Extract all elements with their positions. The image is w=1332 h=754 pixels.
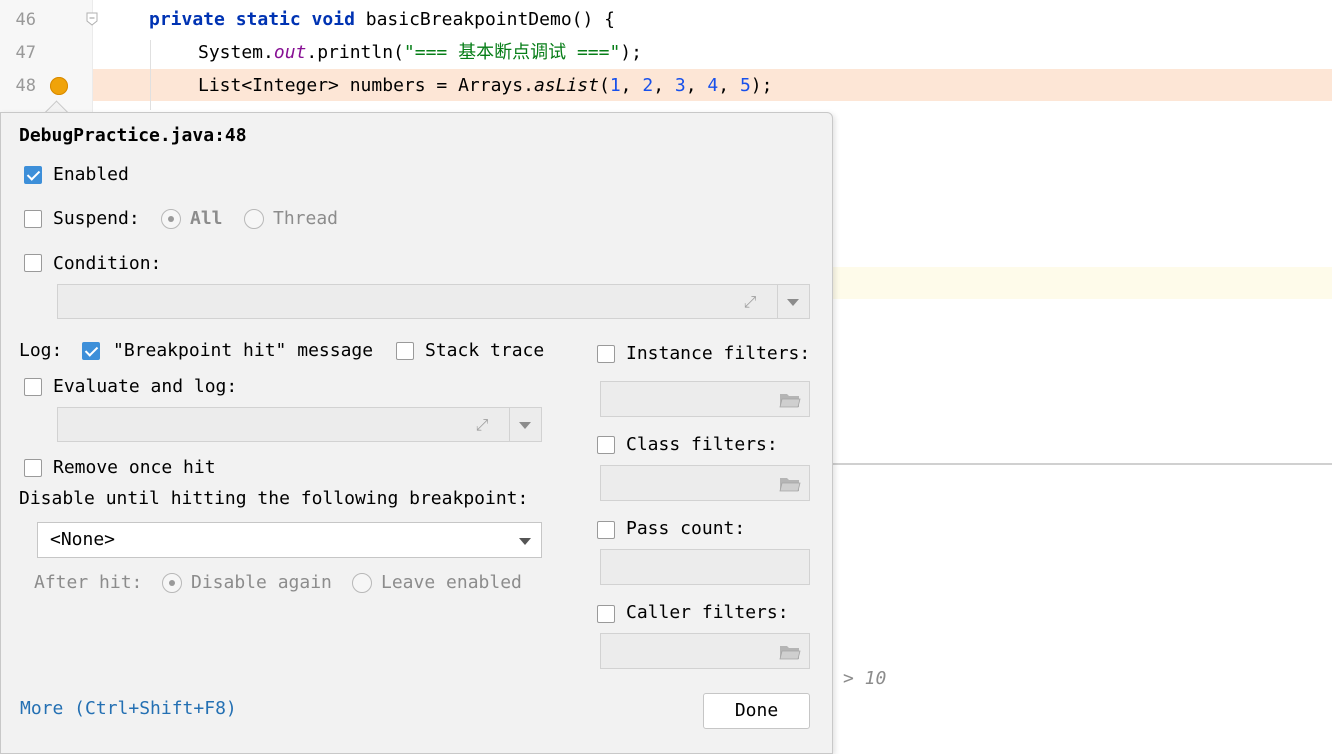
expand-icon[interactable]: ⤢ [740, 292, 760, 312]
after-hit-label: After hit: [34, 572, 143, 593]
inline-hint: > 10 [843, 668, 887, 689]
class-filters-checkbox[interactable] [597, 436, 615, 454]
stack-trace-label: Stack trace [425, 340, 545, 361]
evaluate-and-log-checkbox[interactable] [24, 378, 42, 396]
caller-filters-checkbox[interactable] [597, 605, 615, 623]
disable-until-select[interactable]: <None> [37, 522, 542, 558]
condition-history-dropdown[interactable] [777, 285, 809, 318]
indent-guide [150, 40, 151, 110]
leave-enabled-radio[interactable] [352, 573, 372, 593]
panel-divider[interactable] [832, 463, 1332, 465]
condition-input[interactable]: ⤢ [57, 284, 810, 319]
disable-again-radio[interactable] [162, 573, 182, 593]
condition-label: Condition: [53, 253, 162, 274]
more-link[interactable]: More (Ctrl+Shift+F8) [20, 698, 237, 719]
breakpoint-hit-label: "Breakpoint hit" message [113, 340, 374, 361]
instance-filters-label: Instance filters: [626, 343, 811, 364]
code-line-47: System.out.println("=== 基本断点调试 ==="); [198, 42, 642, 63]
pass-count-label: Pass count: [626, 518, 746, 539]
disable-again-label: Disable again [191, 572, 332, 593]
instance-filters-input[interactable] [600, 381, 810, 417]
condition-checkbox[interactable] [24, 254, 42, 272]
code-line-46: private static void basicBreakpointDemo(… [149, 9, 615, 30]
popup-title: DebugPractice.java:48 [19, 125, 247, 146]
code-line-48: List<Integer> numbers = Arrays.asList(1,… [198, 75, 773, 96]
suspend-checkbox[interactable] [24, 210, 42, 228]
evaluate-and-log-label: Evaluate and log: [53, 376, 238, 397]
suspend-all-label: All [190, 208, 223, 229]
suspend-thread-radio[interactable] [244, 209, 264, 229]
disable-until-value: <None> [50, 529, 116, 550]
breakpoint-hit-checkbox[interactable] [82, 342, 100, 360]
remove-once-hit-label: Remove once hit [53, 457, 216, 478]
pass-count-input[interactable] [600, 549, 810, 585]
pass-count-checkbox[interactable] [597, 521, 615, 539]
evaluate-history-dropdown[interactable] [509, 408, 541, 441]
line-number: 46 [15, 10, 36, 30]
class-filters-input[interactable] [600, 465, 810, 501]
breakpoint-popup: DebugPractice.java:48 Enabled Suspend: A… [0, 112, 833, 754]
enabled-label: Enabled [53, 164, 129, 185]
caller-filters-label: Caller filters: [626, 602, 789, 623]
expand-icon[interactable]: ⤢ [472, 415, 492, 435]
instance-filters-checkbox[interactable] [597, 345, 615, 363]
breakpoint-icon[interactable] [50, 77, 68, 95]
folder-icon[interactable] [779, 392, 801, 408]
suspend-all-radio[interactable] [161, 209, 181, 229]
enabled-checkbox[interactable] [24, 166, 42, 184]
suspend-label: Suspend: [53, 208, 140, 229]
remove-once-hit-checkbox[interactable] [24, 459, 42, 477]
class-filters-label: Class filters: [626, 434, 778, 455]
stack-trace-checkbox[interactable] [396, 342, 414, 360]
done-button[interactable]: Done [703, 693, 810, 729]
log-label: Log: [19, 340, 63, 361]
disable-until-label: Disable until hitting the following brea… [19, 488, 529, 509]
folder-icon[interactable] [779, 644, 801, 660]
folder-icon[interactable] [779, 476, 801, 492]
caller-filters-input[interactable] [600, 633, 810, 669]
leave-enabled-label: Leave enabled [381, 572, 522, 593]
evaluate-and-log-input[interactable]: ⤢ [57, 407, 542, 442]
suspend-thread-label: Thread [273, 208, 339, 229]
line-number: 47 [15, 43, 36, 63]
fold-marker-icon[interactable] [86, 12, 98, 26]
line-number: 48 [15, 76, 36, 96]
